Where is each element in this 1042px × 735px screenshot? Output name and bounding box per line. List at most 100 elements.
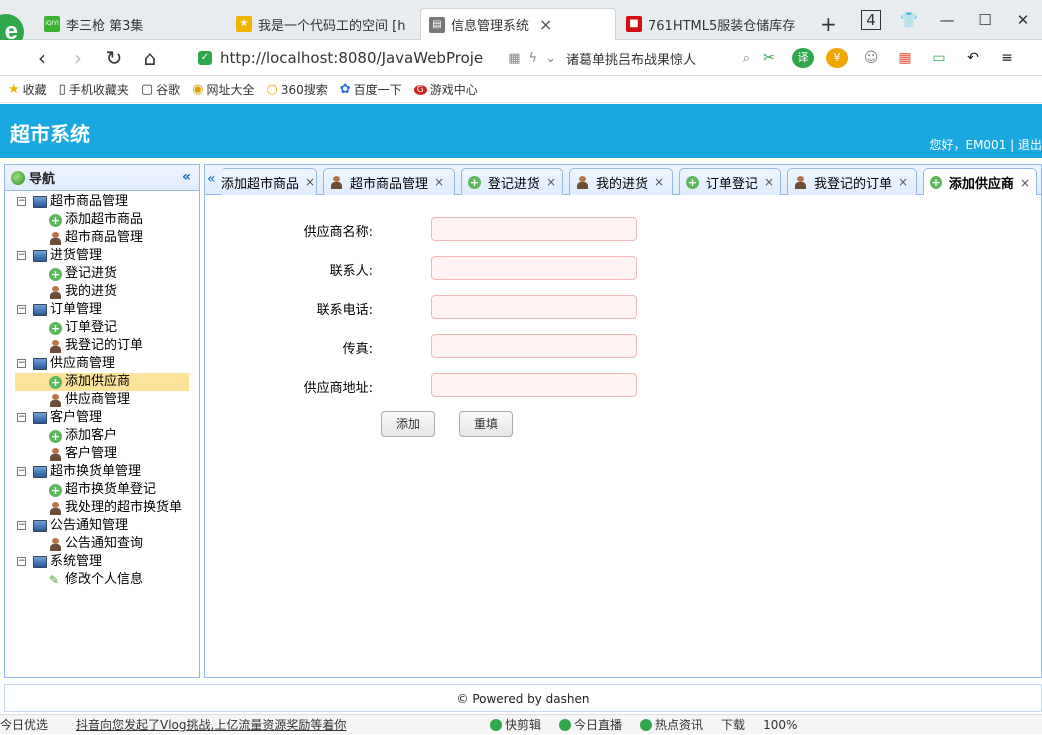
tree-item[interactable]: 我登记的订单 [5,337,199,355]
tree-folder[interactable]: − 系统管理 [5,553,199,571]
tree-item[interactable]: 客户管理 [5,445,199,463]
bookmark-item[interactable]: ◉ 网址大全 [192,81,254,98]
close-tab-icon[interactable]: × [305,175,315,189]
form-input[interactable] [431,256,637,280]
menu-icon[interactable]: ≡ [996,48,1018,68]
bookmark-item[interactable]: ★ 收藏 [8,81,47,98]
browser-tab[interactable]: ■ 761HTML5服装仓储库存 [618,8,810,40]
reload-icon[interactable]: ↻ [100,46,128,70]
tree-folder[interactable]: − 客户管理 [5,409,199,427]
status-item[interactable]: 快剪辑 [490,715,541,735]
page-tab[interactable]: 我的进货 × [569,168,673,195]
tree-item[interactable]: 我处理的超市换货单 [5,499,199,517]
browser-tab[interactable]: ▤ 信息管理系统 × [420,8,616,40]
collapse-toggle-icon[interactable]: − [17,557,26,566]
collapse-toggle-icon[interactable]: − [17,521,26,530]
bookmark-item[interactable]: ✿ 百度一下 [340,81,402,98]
tree-item[interactable]: 公告通知查询 [5,535,199,553]
scroll-left-icon[interactable]: « [207,171,216,187]
tree-item[interactable]: ✎ 修改个人信息 [5,571,199,589]
page-tab[interactable]: 我登记的订单 × [787,168,917,195]
browser-tab[interactable]: ★ 我是一个代码工的空间 [h [228,8,418,40]
page-tab[interactable]: + 订单登记 × [679,168,781,195]
form-input[interactable] [431,295,637,319]
coupon-icon[interactable]: ¥ [826,48,848,68]
close-tab-icon[interactable]: × [898,175,908,189]
collapse-toggle-icon[interactable]: − [17,413,26,422]
scissors-icon[interactable]: ✂ [758,48,780,68]
url-text[interactable]: http://localhost:8080/JavaWebProje [220,49,500,67]
emoji-icon[interactable]: ☺ [860,48,882,68]
minimize-button[interactable]: — [928,8,966,32]
tree-folder[interactable]: − 订单管理 [5,301,199,319]
apps-grid-icon[interactable]: ▦ [894,48,916,68]
tree-item[interactable]: + 添加超市商品 [5,211,199,229]
tree-folder[interactable]: − 公告通知管理 [5,517,199,535]
close-tab-icon[interactable]: × [539,15,552,34]
undo-icon[interactable]: ↶ [962,48,984,68]
user-info[interactable]: 您好，EM001 | 退出 [929,136,1042,153]
bookmark-item[interactable]: ▢ 谷歌 [141,81,180,98]
tree-item[interactable]: + 登记进货 [5,265,199,283]
form-input[interactable] [431,334,637,358]
chevron-down-icon[interactable]: ⌄ [545,51,556,66]
add-button[interactable]: 添加 [381,411,435,437]
bookmark-item[interactable]: ▯ 手机收藏夹 [59,81,129,98]
close-tab-icon[interactable]: × [654,175,664,189]
tree-item[interactable]: 供应商管理 [5,391,199,409]
collapse-toggle-icon[interactable]: − [17,359,26,368]
tree-folder[interactable]: − 超市商品管理 [5,193,199,211]
tree-item[interactable]: + 超市换货单登记 [5,481,199,499]
tree-item[interactable]: 我的进货 [5,283,199,301]
tree-item[interactable]: + 添加客户 [5,427,199,445]
tree-folder[interactable]: − 供应商管理 [5,355,199,373]
form-input[interactable] [431,217,637,241]
new-tab-button[interactable]: + [812,8,838,40]
battery-icon[interactable]: ▭ [928,48,950,68]
apps-icon[interactable]: ▦ [508,51,520,66]
page-tab[interactable]: 超市商品管理 × [323,168,455,195]
tree-item[interactable]: + 订单登记 [5,319,199,337]
status-item[interactable]: 下载 [721,715,745,735]
collapse-toggle-icon[interactable]: − [17,251,26,260]
collapse-toggle-icon[interactable]: − [17,305,26,314]
tree-folder[interactable]: − 超市换货单管理 [5,463,199,481]
status-item[interactable]: 今日直播 [559,715,622,735]
close-tab-icon[interactable]: × [434,175,444,189]
home-icon[interactable]: ⌂ [136,46,164,70]
search-box[interactable]: 诸葛单挑吕布战果惊人 ⌕ [560,45,750,71]
back-icon[interactable]: ‹ [28,46,56,70]
forward-icon[interactable]: › [64,46,92,70]
close-tab-icon[interactable]: × [546,175,556,189]
url-field[interactable]: ✓ http://localhost:8080/JavaWebProje ▦ ϟ… [190,45,556,71]
tab-count-icon[interactable]: 4 [852,8,890,32]
page-tab[interactable]: + 添加供应商 × [923,168,1037,196]
tree-item[interactable]: 超市商品管理 [5,229,199,247]
status-item[interactable]: 100% [763,715,797,735]
tree-item[interactable]: + 添加供应商 [15,373,189,391]
close-tab-icon[interactable]: × [1020,176,1030,190]
nav-tree: − 超市商品管理 + 添加超市商品 超市商品管理 − 进货管理 + 登记进货 我的进货 − 订单管理 +… [5,191,199,589]
collapse-toggle-icon[interactable]: − [17,197,26,206]
status-left[interactable]: 今日优选 [0,715,48,735]
lightning-icon[interactable]: ϟ [529,51,538,66]
form-input[interactable] [431,373,637,397]
bookmark-item[interactable]: G 游戏中心 [413,81,478,98]
maximize-button[interactable]: ☐ [966,8,1004,32]
collapse-icon[interactable]: « [182,169,191,185]
browser-tab[interactable]: iQIYI 李三枪 第3集 [36,8,224,40]
close-window-button[interactable]: ✕ [1004,8,1042,32]
close-tab-icon[interactable]: × [764,175,774,189]
reset-button[interactable]: 重填 [459,411,513,437]
collapse-toggle-icon[interactable]: − [17,467,26,476]
tree-folder[interactable]: − 进货管理 [5,247,199,265]
skin-icon[interactable]: 👕 [890,8,928,32]
search-query[interactable]: 诸葛单挑吕布战果惊人 [566,49,733,68]
search-icon[interactable]: ⌕ [743,51,750,66]
status-news-link[interactable]: 抖音向您发起了Vlog挑战,上亿流量资源奖励等着你 [76,715,346,735]
bookmark-item[interactable]: ○ 360搜索 [267,81,328,98]
translate-icon[interactable]: 译 [792,48,814,68]
status-item[interactable]: 热点资讯 [640,715,703,735]
page-tab[interactable]: 添加超市商品 × [221,168,317,195]
page-tab[interactable]: + 登记进货 × [461,168,563,195]
